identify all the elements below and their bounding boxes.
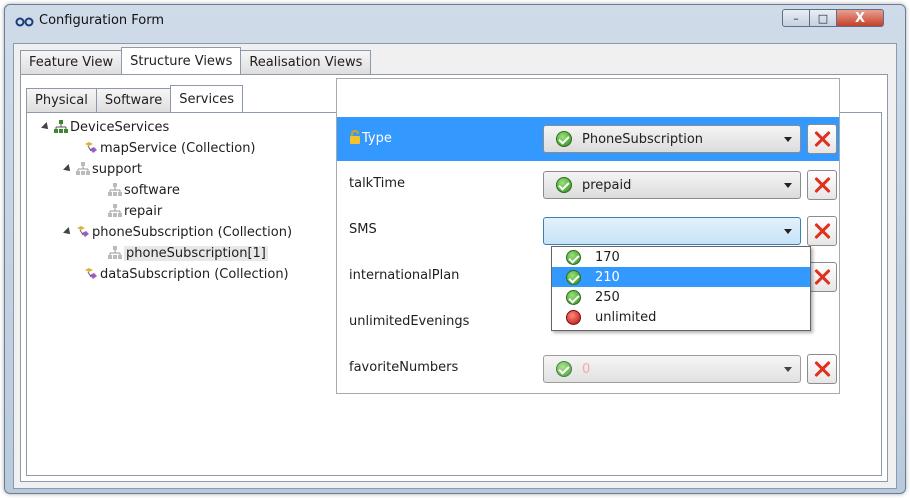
inner-tab-strip: Physical Software Services	[26, 85, 244, 112]
expand-arrow-icon[interactable]	[41, 122, 51, 132]
collection-icon	[84, 141, 98, 155]
option-label: 170	[595, 249, 620, 265]
tree-item-label: support	[92, 161, 142, 177]
property-label: Type	[349, 130, 392, 146]
valid-check-icon	[566, 289, 581, 305]
property-label: favoriteNumbers	[349, 360, 459, 375]
valid-check-icon	[566, 249, 581, 265]
chevron-down-icon	[784, 367, 792, 372]
expand-arrow-icon[interactable]	[63, 164, 73, 174]
tree-item-label: software	[124, 182, 180, 198]
tab-realisation-views[interactable]: Realisation Views	[240, 50, 372, 74]
tree-item-label: phoneSubscription[1]	[124, 245, 268, 261]
valid-check-icon	[556, 177, 572, 193]
option-label: unlimited	[595, 309, 657, 325]
property-label: internationalPlan	[349, 268, 460, 283]
tree-item-phonesubscription-collection[interactable]: phoneSubscription (Collection)	[63, 223, 293, 241]
collection-icon	[84, 267, 98, 281]
collection-icon	[76, 225, 90, 239]
clear-type-button[interactable]	[807, 124, 837, 154]
tree-item-label: repair	[124, 203, 163, 219]
tree-item-label: phoneSubscription (Collection)	[92, 224, 293, 240]
property-label: SMS	[349, 222, 377, 237]
dropdown-option-250[interactable]: 250	[552, 287, 810, 307]
option-label: 210	[595, 269, 620, 285]
app-icon	[15, 17, 34, 27]
dropdown-option-unlimited[interactable]: unlimited	[552, 307, 810, 327]
tree-item-software[interactable]: software	[108, 181, 180, 199]
title-bar[interactable]: Configuration Form – □ X	[5, 5, 905, 37]
tab-physical[interactable]: Physical	[26, 88, 97, 112]
dropdown-option-170[interactable]: 170	[552, 247, 810, 267]
tree-item-support[interactable]: support	[63, 160, 142, 178]
combobox-value: 0	[582, 361, 591, 377]
tree-item-label: DeviceServices	[70, 119, 170, 135]
hierarchy-icon	[108, 204, 122, 218]
valid-check-icon	[566, 269, 581, 285]
sms-combobox[interactable]	[543, 217, 801, 245]
chevron-down-icon	[784, 183, 792, 188]
property-row-talktime[interactable]: talkTime prepaid	[337, 163, 839, 207]
hierarchy-icon	[108, 183, 122, 197]
sms-dropdown-list: 170 210 250 unlimited	[551, 246, 811, 331]
chevron-down-icon	[784, 229, 792, 234]
clear-internationalplan-button[interactable]	[807, 262, 837, 292]
property-label: talkTime	[349, 176, 406, 191]
combobox-value: PhoneSubscription	[582, 131, 704, 147]
valid-check-icon	[556, 131, 572, 147]
invalid-dot-icon	[566, 309, 581, 325]
outer-tab-strip: Feature View Structure Views Realisation…	[20, 47, 372, 74]
clear-sms-button[interactable]	[807, 216, 837, 246]
tree-item-label: mapService (Collection)	[100, 140, 256, 156]
tab-services[interactable]: Services	[170, 85, 244, 112]
chevron-down-icon	[784, 137, 792, 142]
property-grid: Type PhoneSubscription talkTime prepaid …	[336, 78, 840, 394]
favoritenumbers-combobox[interactable]: 0	[543, 355, 801, 383]
lock-icon	[350, 130, 360, 144]
close-button[interactable]: X	[836, 9, 884, 27]
tree-item-phonesubscription-1[interactable]: phoneSubscription[1]	[108, 244, 268, 262]
property-row-type[interactable]: Type PhoneSubscription	[337, 117, 839, 161]
valid-check-icon	[556, 361, 572, 377]
minimize-button[interactable]: –	[782, 9, 810, 27]
dropdown-option-210[interactable]: 210	[552, 267, 810, 287]
type-combobox[interactable]: PhoneSubscription	[543, 125, 801, 153]
close-icon: X	[854, 10, 866, 26]
maximize-button[interactable]: □	[809, 9, 837, 27]
property-row-favoritenumbers[interactable]: favoriteNumbers 0	[337, 347, 839, 391]
tree-item-deviceservices[interactable]: DeviceServices	[41, 118, 170, 136]
tree-item-datasubscription[interactable]: dataSubscription (Collection)	[84, 265, 289, 283]
option-label: 250	[595, 289, 620, 305]
clear-favoritenumbers-button[interactable]	[807, 354, 837, 384]
tab-structure-views[interactable]: Structure Views	[121, 47, 242, 74]
tree-item-repair[interactable]: repair	[108, 202, 162, 220]
tree-item-mapservice[interactable]: mapService (Collection)	[84, 139, 256, 157]
expand-arrow-icon[interactable]	[63, 227, 73, 237]
minimize-icon: –	[793, 11, 799, 25]
maximize-icon: □	[817, 11, 829, 25]
property-label: unlimitedEvenings	[349, 314, 470, 329]
hierarchy-icon	[54, 120, 68, 134]
clear-talktime-button[interactable]	[807, 170, 837, 200]
tab-software[interactable]: Software	[95, 88, 172, 112]
combobox-value: prepaid	[582, 177, 632, 193]
talktime-combobox[interactable]: prepaid	[543, 171, 801, 199]
tree-item-label: dataSubscription (Collection)	[100, 266, 289, 282]
hierarchy-icon	[76, 162, 90, 176]
window-title: Configuration Form	[39, 13, 165, 28]
tab-feature-view[interactable]: Feature View	[20, 50, 123, 74]
hierarchy-icon	[108, 246, 122, 260]
